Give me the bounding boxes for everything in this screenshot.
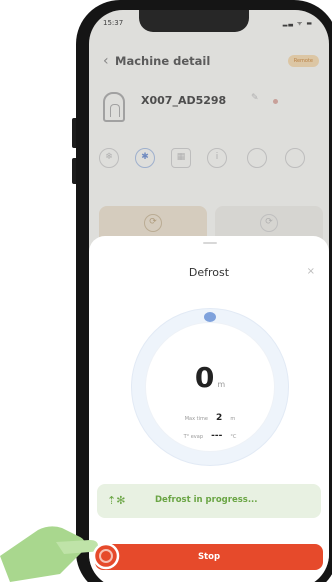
evap-temp-label: T° evap: [183, 434, 203, 440]
max-time-unit: m: [230, 416, 236, 422]
stop-button[interactable]: Stop: [95, 544, 323, 570]
evap-temp-row: T° evap --- °C: [146, 423, 274, 442]
dial-knob[interactable]: [204, 312, 216, 322]
max-time-value: 2: [216, 413, 223, 423]
defrost-icon: ⇡✻: [107, 494, 126, 507]
close-icon[interactable]: ×: [307, 266, 315, 277]
progress-text: Defrost in progress...: [155, 495, 258, 505]
progress-banner: ⇡✻ Defrost in progress...: [97, 484, 321, 518]
max-time-row: Max time 2 m: [146, 405, 274, 424]
sheet-title: Defrost: [188, 266, 230, 279]
max-time-label: Max time: [184, 416, 208, 422]
elapsed-value: 0m: [146, 361, 274, 394]
phone-screen: 15:37 ▂▃ ᯤ ▬ ‹ Machine detail Remote X00…: [89, 10, 329, 582]
sheet-grabber[interactable]: [203, 242, 217, 244]
defrost-dial: 0m Max time 2 m T° evap --- °C: [131, 308, 289, 466]
evap-temp-unit: °C: [230, 434, 237, 440]
elapsed-number: 0: [194, 361, 215, 394]
evap-temp-value: ---: [211, 431, 223, 441]
defrost-sheet: Defrost × 0m Max time 2 m T° evap --- °C…: [89, 236, 329, 582]
elapsed-unit: m: [217, 380, 226, 389]
dial-center: 0m Max time 2 m T° evap --- °C: [145, 322, 275, 452]
hand-pointer-icon: [0, 526, 120, 582]
stage: 15:37 ▂▃ ᯤ ▬ ‹ Machine detail Remote X00…: [0, 0, 332, 582]
